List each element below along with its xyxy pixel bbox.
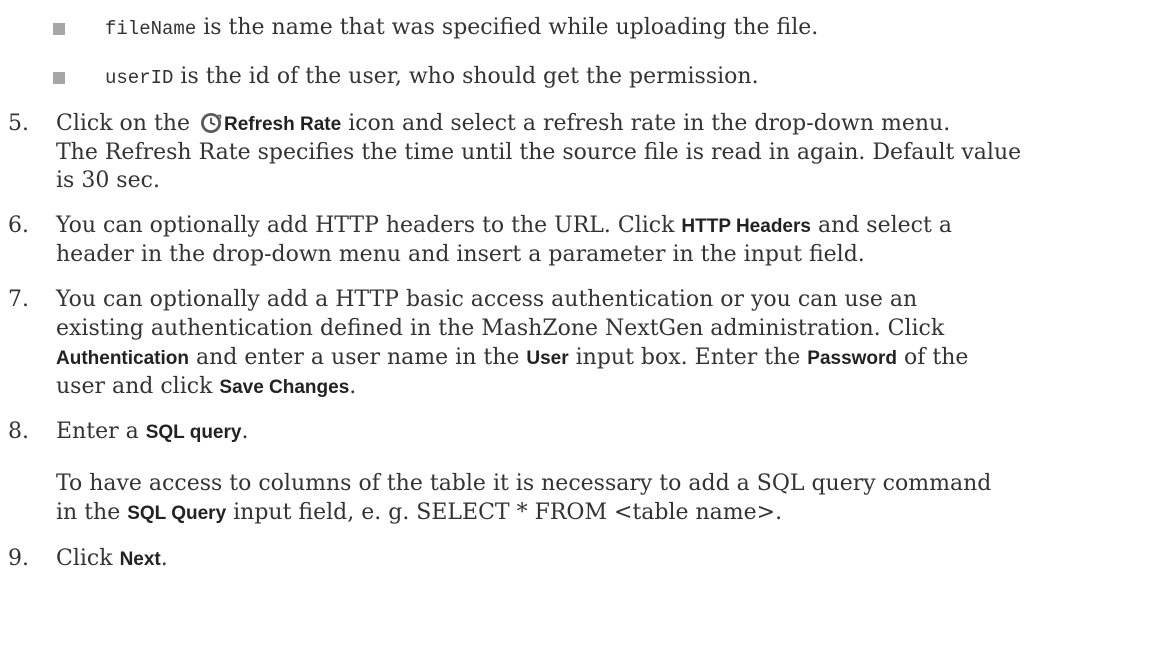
step-5-line-2: The Refresh Rate specifies the time unti… xyxy=(56,140,1022,165)
step-8-line-1: Enter a SQL query. xyxy=(56,418,248,447)
step-text: of the xyxy=(897,345,969,370)
step-text: You can optionally add HTTP headers to t… xyxy=(56,213,682,238)
step-5-line-3: is 30 sec. xyxy=(56,168,160,193)
step-9-line-1: Click Next. xyxy=(56,545,168,574)
ui-sql-query-field: SQL Query xyxy=(127,503,227,524)
step-7-line-3: Authentication and enter a user name in … xyxy=(56,344,968,373)
step-number: 5. xyxy=(8,111,29,136)
step-text: icon and select a refresh rate in the dr… xyxy=(341,111,951,136)
refresh-rate-icon xyxy=(200,112,222,134)
step-number: 9. xyxy=(8,546,29,571)
step-5-line-1: Click on the Refresh Rate icon and selec… xyxy=(56,110,950,139)
step-text: in the xyxy=(56,500,128,525)
code-userid: userID xyxy=(105,67,174,89)
ui-refresh-rate: Refresh Rate xyxy=(223,114,342,135)
step-text: Enter a xyxy=(56,419,146,444)
step-8-para-line-2: in the SQL Query input field, e. g. SELE… xyxy=(56,499,782,528)
step-text: . xyxy=(160,546,168,571)
document-page: fileName is the name that was specified … xyxy=(0,0,1160,650)
ui-save-changes: Save Changes xyxy=(219,377,350,398)
ui-authentication: Authentication xyxy=(56,348,189,369)
step-6-line-2: header in the drop-down menu and insert … xyxy=(56,242,865,267)
step-text: Click on the xyxy=(56,111,197,136)
step-text: input box. Enter the xyxy=(568,345,808,370)
bullet-text: is the id of the user, who should get th… xyxy=(173,64,759,89)
bullet-item-userid: userID is the id of the user, who should… xyxy=(105,63,759,92)
step-text: input field, e. g. SELECT * FROM <table … xyxy=(226,500,783,525)
step-6-line-1: You can optionally add HTTP headers to t… xyxy=(56,212,952,241)
step-number: 6. xyxy=(8,213,29,238)
step-8-para-line-1: To have access to columns of the table i… xyxy=(56,471,992,496)
step-text: user and click xyxy=(56,374,220,399)
ui-user: User xyxy=(526,348,569,369)
ui-password: Password xyxy=(807,348,898,369)
bullet-marker xyxy=(53,72,65,84)
step-text: Click xyxy=(56,546,120,571)
step-7-line-4: user and click Save Changes. xyxy=(56,373,356,402)
ui-sql-query: SQL query xyxy=(145,422,242,443)
ui-http-headers: HTTP Headers xyxy=(681,216,811,237)
bullet-marker xyxy=(53,23,65,35)
bullet-item-filename: fileName is the name that was specified … xyxy=(105,14,818,43)
step-text: . xyxy=(241,419,249,444)
step-text: . xyxy=(349,374,357,399)
step-text: and select a xyxy=(810,213,952,238)
bullet-text: is the name that was specified while upl… xyxy=(196,15,819,40)
code-filename: fileName xyxy=(105,18,197,40)
step-7-line-2: existing authentication defined in the M… xyxy=(56,316,945,341)
step-7-line-1: You can optionally add a HTTP basic acce… xyxy=(56,287,918,312)
ui-next: Next xyxy=(119,549,161,570)
step-number: 7. xyxy=(8,287,29,312)
step-number: 8. xyxy=(8,419,29,444)
step-text: and enter a user name in the xyxy=(189,345,527,370)
